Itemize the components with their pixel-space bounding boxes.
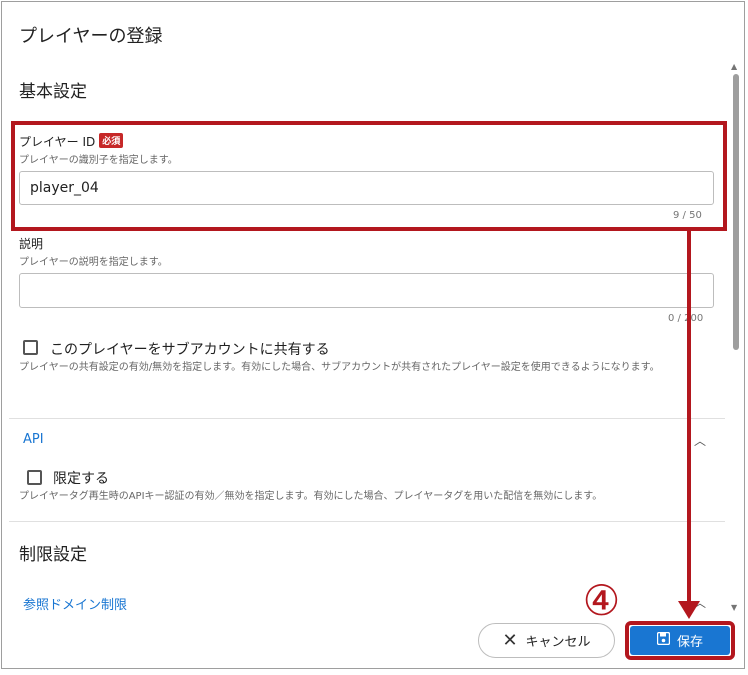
scrollbar-thumb[interactable]	[733, 74, 739, 350]
referrer-domain-link[interactable]: 参照ドメイン制限	[23, 594, 127, 613]
cancel-button[interactable]: ✕ キャンセル	[478, 623, 615, 658]
player-id-highlight	[11, 121, 727, 231]
scroll-up-icon[interactable]: ▲	[731, 62, 737, 71]
save-button[interactable]: 保存	[630, 626, 730, 655]
dialog-title: プレイヤーの登録	[19, 26, 163, 47]
description-help: プレイヤーの説明を指定します。	[19, 257, 168, 268]
dialog	[1, 1, 745, 669]
basic-settings-heading: 基本設定	[19, 82, 87, 102]
description-input[interactable]	[19, 273, 714, 308]
step-number: ④	[582, 576, 621, 625]
share-checkbox[interactable]	[23, 340, 38, 355]
share-label[interactable]: このプレイヤーをサブアカウントに共有する	[50, 339, 330, 359]
save-label: 保存	[676, 635, 703, 650]
restrictions-heading: 制限設定	[19, 545, 87, 565]
description-counter: 0 / 200	[668, 313, 704, 324]
restrict-help: プレイヤータグ再生時のAPIキー認証の有効／無効を指定します。有効にした場合、プ…	[19, 491, 603, 502]
chevron-up-icon[interactable]: ︿	[694, 432, 706, 449]
chevron-up-icon[interactable]: ︿	[694, 594, 706, 611]
close-icon: ✕	[502, 629, 518, 651]
restrict-label[interactable]: 限定する	[53, 468, 109, 488]
api-section-toggle[interactable]: API	[23, 432, 44, 447]
divider	[9, 418, 725, 419]
divider	[9, 521, 725, 522]
description-label: 説明	[19, 237, 44, 251]
scroll-down-icon[interactable]: ▼	[731, 603, 737, 612]
floppy-disk-icon	[656, 631, 671, 649]
share-help: プレイヤーの共有設定の有効/無効を指定します。有効にした場合、サブアカウントが共…	[19, 362, 660, 373]
restrict-checkbox[interactable]	[27, 470, 42, 485]
cancel-label: キャンセル	[525, 635, 591, 650]
